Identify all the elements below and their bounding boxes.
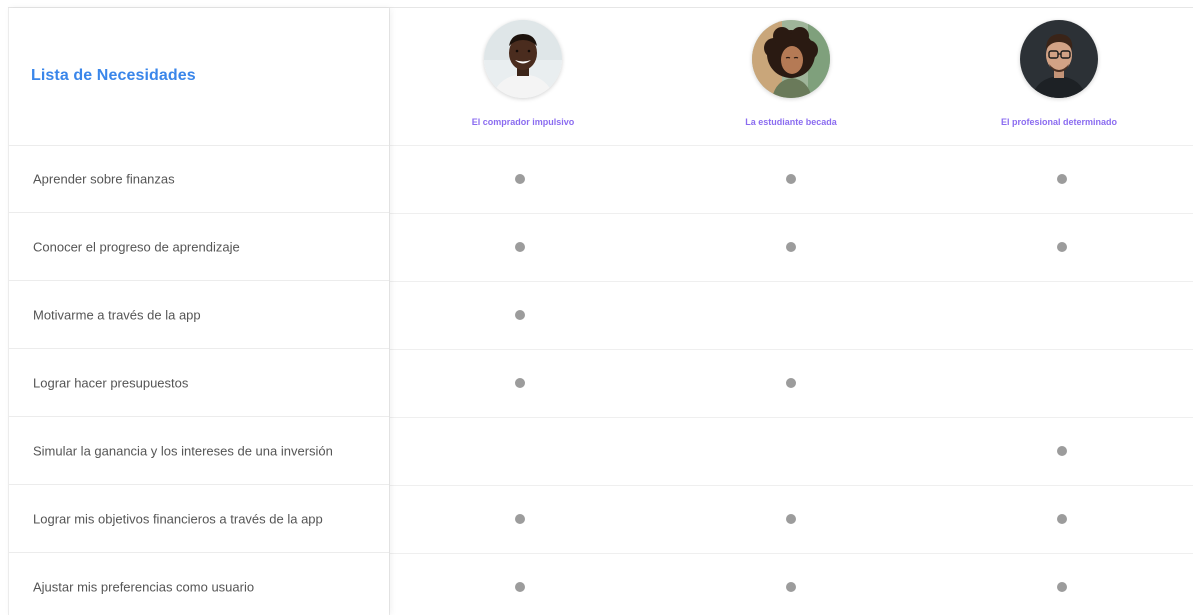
need-label: Simular la ganancia y los intereses de u…: [33, 443, 333, 458]
need-label: Ajustar mis preferencias como usuario: [33, 579, 255, 595]
persona-grid: El comprador impulsivo La estudiante bec…: [389, 8, 1193, 615]
persona-name: El comprador impulsivo: [471, 117, 575, 127]
need-mark-dot: [786, 582, 796, 592]
need-label: Conocer el progreso de aprendizaje: [33, 239, 240, 254]
avatar-man-smiling-icon: [484, 20, 562, 98]
need-label: Aprender sobre finanzas: [33, 171, 175, 186]
persona-column-1: El comprador impulsivo: [389, 8, 657, 145]
persona-column-2: La estudiante becada: [657, 8, 925, 145]
page-title: Lista de Necesidades: [31, 67, 196, 84]
need-row: Lograr hacer presupuestos: [9, 349, 389, 417]
need-mark-dot: [1057, 514, 1067, 524]
persona-name: La estudiante becada: [745, 117, 837, 127]
persona-name: El profesional determinado: [1000, 117, 1118, 127]
avatar-woman-curly-hair-icon: [752, 20, 830, 98]
row-divider: [389, 349, 1193, 350]
row-divider: [389, 213, 1193, 214]
needs-matrix: Lista de Necesidades Aprender sobre fina…: [0, 0, 1193, 615]
persona-column-3: El profesional determinado: [925, 8, 1193, 145]
need-mark-dot: [515, 310, 525, 320]
need-label: Motivarme a través de la app: [33, 307, 201, 322]
need-row: Lograr mis objetivos financieros a travé…: [9, 485, 389, 553]
needs-column: Lista de Necesidades Aprender sobre fina…: [8, 8, 389, 615]
need-mark-dot: [1057, 242, 1067, 252]
need-label: Lograr mis objetivos financieros a travé…: [33, 511, 323, 526]
need-mark-dot: [1057, 582, 1067, 592]
need-row: Aprender sobre finanzas: [9, 145, 389, 213]
row-divider: [389, 553, 1193, 554]
need-label: Lograr hacer presupuestos: [33, 375, 189, 390]
row-divider: [389, 281, 1193, 282]
need-mark-dot: [786, 242, 796, 252]
need-row: Simular la ganancia y los intereses de u…: [9, 417, 389, 485]
need-mark-dot: [515, 174, 525, 184]
need-mark-dot: [515, 514, 525, 524]
needs-header: Lista de Necesidades: [9, 8, 389, 146]
need-mark-dot: [1057, 174, 1067, 184]
need-row: Conocer el progreso de aprendizaje: [9, 213, 389, 281]
avatar-man-glasses-icon: [1020, 20, 1098, 98]
need-mark-dot: [515, 582, 525, 592]
need-row: Motivarme a través de la app: [9, 281, 389, 349]
need-mark-dot: [1057, 446, 1067, 456]
need-mark-dot: [786, 174, 796, 184]
row-divider: [389, 485, 1193, 486]
row-divider: [389, 417, 1193, 418]
need-mark-dot: [515, 242, 525, 252]
need-mark-dot: [786, 514, 796, 524]
need-mark-dot: [786, 378, 796, 388]
need-row: Ajustar mis preferencias como usuario: [9, 553, 389, 615]
need-mark-dot: [515, 378, 525, 388]
row-divider: [389, 145, 1193, 146]
